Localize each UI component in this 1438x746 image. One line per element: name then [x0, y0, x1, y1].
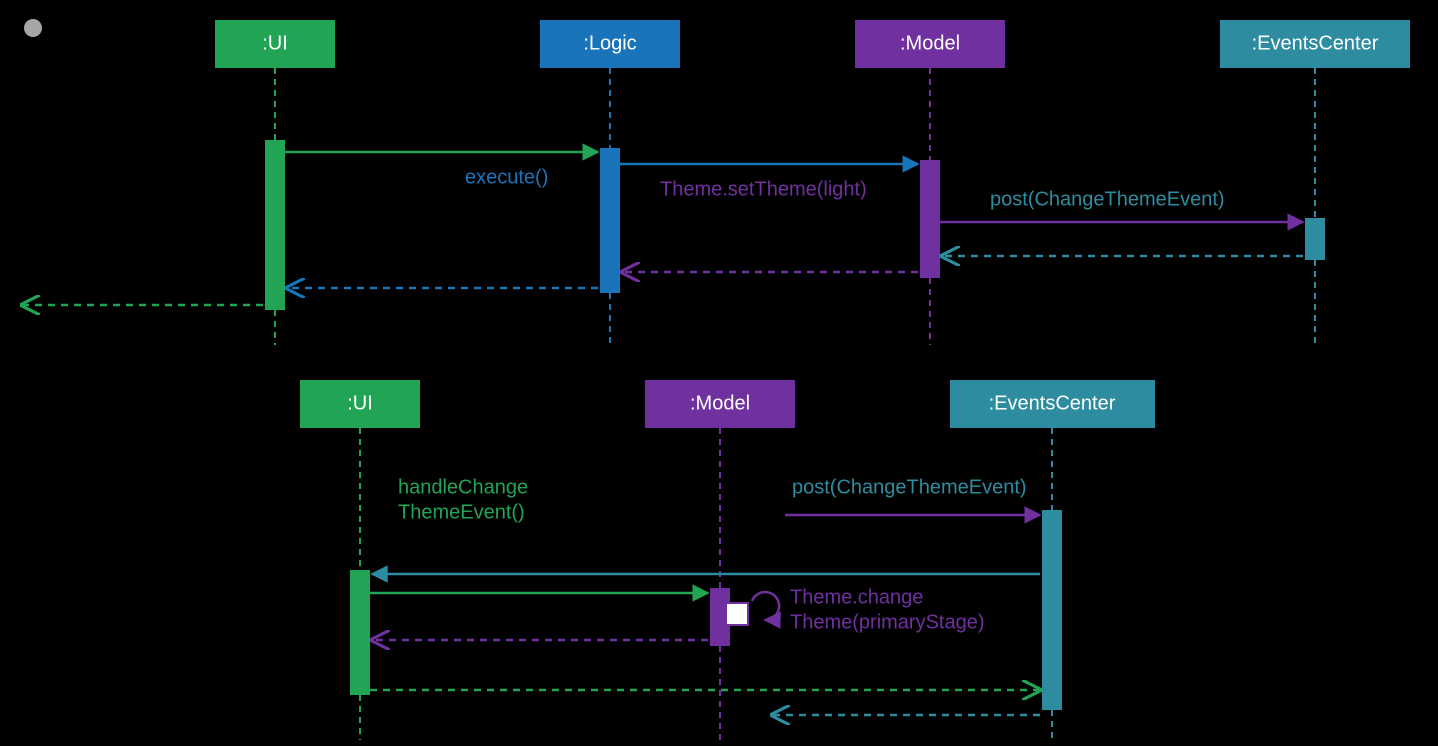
sequence-diagram-2: :UI :Model :EventsCenter post(ChangeThem… — [300, 380, 1155, 740]
msg2-changetheme-label-1: Theme.change — [790, 587, 923, 609]
participant-model-label: :Model — [900, 32, 960, 54]
participant-logic-label: :Logic — [583, 32, 636, 54]
activation-logic — [600, 148, 620, 293]
participant2-ui: :UI — [300, 380, 420, 428]
participant-eventscenter: :EventsCenter — [1220, 20, 1410, 68]
activation2-ui — [350, 570, 370, 695]
participant-model: :Model — [855, 20, 1005, 68]
participant-logic: :Logic — [540, 20, 680, 68]
participant-ui: :UI — [215, 20, 335, 68]
participant2-model-label: :Model — [690, 392, 750, 414]
activation2-ec — [1042, 510, 1062, 710]
participant2-model: :Model — [645, 380, 795, 428]
found-origin-dot — [24, 19, 42, 37]
msg-settheme-label: Theme.setTheme(light) — [660, 179, 867, 201]
self-call-arrow — [752, 592, 779, 620]
participant2-ec: :EventsCenter — [950, 380, 1155, 428]
participant2-ui-label: :UI — [347, 392, 373, 414]
self-call-box — [726, 603, 748, 625]
msg-execute-label: execute() — [465, 167, 548, 189]
participant-ui-label: :UI — [262, 32, 288, 54]
msg2-handle-label-2: ThemeEvent() — [398, 502, 525, 524]
sequence-diagram-1: :UI :Logic :Model :EventsCenter — [22, 19, 1410, 345]
msg2-handle-label-1: handleChange — [398, 477, 528, 499]
participant-ec-label: :EventsCenter — [1252, 32, 1379, 54]
activation-ec — [1305, 218, 1325, 260]
msg-postevent-label: post(ChangeThemeEvent) — [990, 189, 1225, 211]
participant2-ec-label: :EventsCenter — [989, 392, 1116, 414]
msg2-changetheme-label-2: Theme(primaryStage) — [790, 612, 985, 634]
msg2-postevent-label: post(ChangeThemeEvent) — [792, 477, 1027, 499]
activation-model — [920, 160, 940, 278]
activation-ui — [265, 140, 285, 310]
